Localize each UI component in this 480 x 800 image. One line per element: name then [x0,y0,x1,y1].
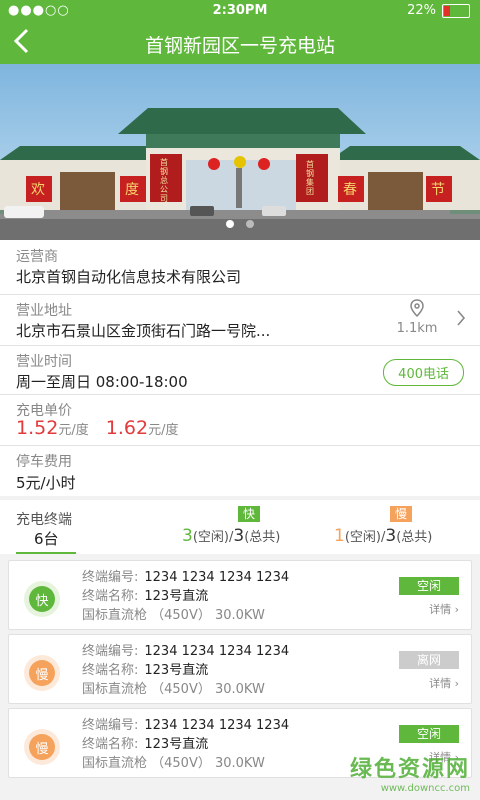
nav-bar: 首钢新园区一号充电站 [0,22,480,64]
terminal-name: 123号直流 [144,589,209,604]
detail-link[interactable]: 详情 › [429,601,459,617]
gate-sign-left: 首钢总公司 [160,158,168,203]
battery-percent: 22% [407,3,436,18]
banner-char: 欢 [31,182,45,198]
slow-type-icon: 慢 [24,729,60,765]
page-title: 首钢新园区一号充电站 [144,35,335,57]
parking-value: 5元/小时 [16,474,76,492]
terminal-spec: 国标直流枪 （450V） 30.0KW [82,608,265,623]
operator-value: 北京首钢自动化信息技术有限公司 [16,268,242,286]
terminal-spec: 国标直流枪 （450V） 30.0KW [82,682,265,697]
battery-indicator: 22% [407,3,470,18]
terminal-card[interactable]: 慢 终端编号: 1234 1234 1234 1234 终端名称: 123号直流 国… [8,634,472,704]
terminal-details: 终端编号: 1234 1234 1234 1234 终端名称: 123号直流 国标直… [82,644,290,697]
slow-badge: 慢 [390,506,412,522]
carousel-dot[interactable] [226,220,234,228]
terminal-label: 充电终端 [16,512,72,528]
hours-label: 营业时间 [16,354,72,370]
hours-value: 周一至周日 08:00-18:00 [16,373,188,391]
location-pin-icon [410,299,424,318]
price-values: 1.52元/度 1.62元/度 [16,417,179,439]
battery-icon [442,3,470,18]
terminal-number: 1234 1234 1234 1234 [144,570,290,585]
watermark-url: www.downcc.com [380,783,470,794]
address-label: 营业地址 [16,303,72,319]
carousel-dot[interactable] [246,220,254,228]
status-badge: 空闲 [399,725,459,743]
gate-sign-right: 首钢集团 [306,160,314,196]
terminal-total: 6台 [34,530,59,548]
status-bar: ●●●○○ 2:30PM 22% [0,0,480,22]
tab-underline [16,552,76,554]
fast-count: 3(空闲)/3(总共) [182,526,281,546]
slow-type-icon: 慢 [24,655,60,691]
parking-row: 停车费用 5元/小时 [0,446,480,496]
carousel-indicator [0,220,480,228]
chevron-right-icon: › [454,677,459,690]
chevron-right-icon: › [454,603,459,616]
price-2: 1.62 [105,417,149,439]
operator-label: 运营商 [16,249,58,265]
slow-count: 1(空闲)/3(总共) [334,526,433,546]
distance-value: 1.1km [396,321,438,336]
fast-badge: 快 [238,506,260,522]
banner-char: 节 [431,182,445,198]
status-badge: 离网 [399,651,459,669]
banner-char: 春 [343,182,357,198]
price-row: 充电单价 1.52元/度 1.62元/度 [0,395,480,446]
hours-row: 营业时间 周一至周日 08:00-18:00 400电话 [0,346,480,395]
terminal-details: 终端编号: 1234 1234 1234 1234 终端名称: 123号直流 国标直… [82,570,290,623]
terminal-name: 123号直流 [144,737,209,752]
terminal-card[interactable]: 快 终端编号: 1234 1234 1234 1234 终端名称: 123号直流 国… [8,560,472,630]
terminal-spec: 国标直流枪 （450V） 30.0KW [82,756,265,771]
banner-char: 度 [125,182,139,198]
parking-label: 停车费用 [16,454,72,470]
address-row[interactable]: 营业地址 北京市石景山区金顶街石门路一号院... 1.1km [0,295,480,346]
terminal-details: 终端编号: 1234 1234 1234 1234 终端名称: 123号直流 国标直… [82,718,290,771]
price-1: 1.52 [16,417,59,439]
terminal-summary: 充电终端 6台 快 3(空闲)/3(总共) 慢 1(空闲)/3(总共) [0,500,480,554]
terminal-name: 123号直流 [144,663,209,678]
fast-type-icon: 快 [24,581,60,617]
price-unit: 元/度 [148,423,179,438]
station-photo-carousel[interactable]: 首钢总公司 首钢集团 欢 度 春 节 [0,64,480,240]
terminal-number: 1234 1234 1234 1234 [144,644,290,659]
status-badge: 空闲 [399,577,459,595]
price-unit: 元/度 [58,423,89,438]
chevron-right-icon [456,309,466,332]
address-value: 北京市石景山区金顶街石门路一号院... [16,322,271,340]
phone-button[interactable]: 400电话 [383,359,464,386]
station-info: 运营商 北京首钢自动化信息技术有限公司 营业地址 北京市石景山区金顶街石门路一号… [0,240,480,496]
watermark: 绿色资源网 www.downcc.com [350,751,470,794]
detail-link[interactable]: 详情 › [429,675,459,691]
distance-block: 1.1km [392,299,442,336]
operator-row: 运营商 北京首钢自动化信息技术有限公司 [0,240,480,295]
station-gate-image [0,108,480,240]
watermark-title: 绿色资源网 [349,757,470,782]
terminal-number: 1234 1234 1234 1234 [144,718,290,733]
